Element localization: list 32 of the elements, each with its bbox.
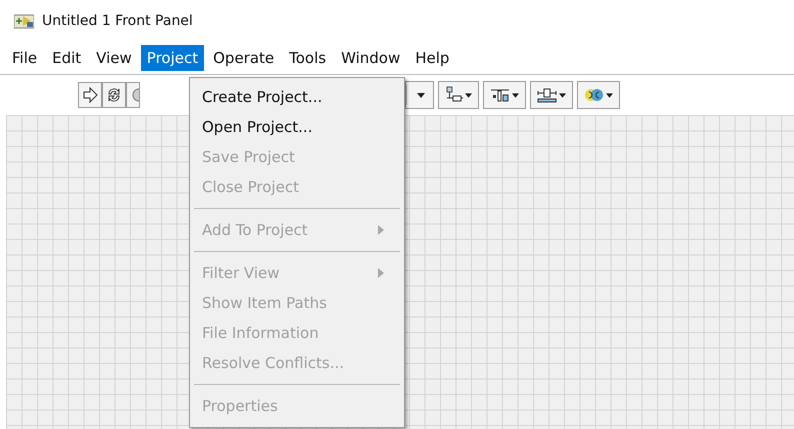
menu-item[interactable]: Window: [335, 45, 406, 71]
menu-item[interactable]: Help: [409, 45, 456, 71]
menu-item[interactable]: Edit: [46, 45, 88, 71]
menu-item[interactable]: File: [6, 45, 44, 71]
submenu-arrow-icon: [378, 268, 384, 278]
dropdown-arrow-icon: [417, 92, 425, 98]
window-title: Untitled 1 Front Panel: [42, 13, 193, 29]
front-panel-icon: [14, 13, 34, 29]
cycle-arrows-icon: [106, 87, 122, 103]
distribute-objects-dropdown[interactable]: [483, 81, 526, 109]
dropdown-arrow-icon: [512, 92, 519, 98]
abort-button[interactable]: [126, 82, 140, 108]
submenu-arrow-icon: [378, 225, 384, 235]
align-objects-icon: [445, 86, 463, 104]
menu-item[interactable]: Project: [140, 45, 204, 71]
run-button[interactable]: [78, 82, 102, 108]
dropdown-arrow-icon: [559, 92, 566, 98]
menu-item[interactable]: Operate: [207, 45, 280, 71]
run-continuously-button[interactable]: [102, 82, 126, 108]
align-objects-dropdown[interactable]: [438, 81, 479, 109]
resize-objects-dropdown[interactable]: [530, 81, 573, 109]
dropdown-arrow-icon: [606, 92, 613, 98]
menu-entry[interactable]: Open Project...: [190, 112, 404, 142]
text-settings-dropdown[interactable]: [405, 81, 434, 109]
menu-entry[interactable]: Create Project...: [190, 82, 404, 112]
resize-objects-icon: [537, 86, 557, 104]
reorder-icon: [584, 86, 604, 104]
menu-item[interactable]: Tools: [283, 45, 332, 71]
menu-item[interactable]: View: [90, 45, 138, 71]
arrow-icon: [82, 87, 98, 103]
reorder-dropdown[interactable]: [577, 81, 620, 109]
dropdown-arrow-icon: [465, 92, 472, 98]
